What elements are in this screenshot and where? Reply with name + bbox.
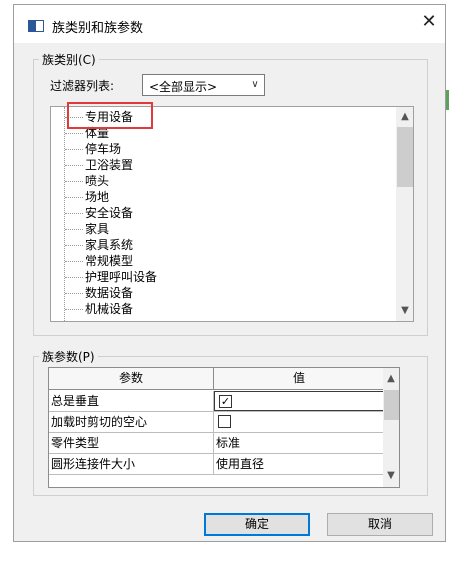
scrollbar-thumb[interactable] bbox=[397, 127, 413, 187]
tree-item[interactable]: 常规模型 bbox=[51, 254, 391, 269]
tree-item-label: 常规模型 bbox=[85, 254, 134, 268]
tree-item-label: 卫浴装置 bbox=[85, 158, 134, 172]
tree-connector bbox=[65, 245, 83, 246]
param-name: 总是垂直 bbox=[49, 391, 214, 411]
app-icon bbox=[28, 20, 44, 32]
tree-item-label: 场地 bbox=[85, 190, 110, 204]
title-bar: 族类别和族参数 ✕ bbox=[14, 5, 445, 43]
close-button[interactable]: ✕ bbox=[419, 11, 439, 33]
tree-item-label: 数据设备 bbox=[85, 286, 134, 300]
tree-connector bbox=[65, 165, 83, 166]
param-value[interactable]: 使用直径 bbox=[214, 454, 399, 474]
tree-item-label: 喷头 bbox=[85, 174, 110, 188]
chevron-down-icon[interactable]: ∨ bbox=[247, 77, 263, 93]
param-column-header[interactable]: 参数 bbox=[49, 368, 214, 390]
tree-item-label: 护理呼叫设备 bbox=[85, 270, 158, 284]
ok-button[interactable]: 确定 bbox=[204, 513, 310, 536]
tree-item-label: 安全设备 bbox=[85, 206, 134, 220]
category-group-label: 族类别(C) bbox=[39, 51, 99, 68]
value-column-header[interactable]: 值 bbox=[214, 368, 384, 390]
param-value[interactable]: ✓ bbox=[214, 391, 399, 411]
tree-connector bbox=[65, 261, 83, 262]
filter-dropdown-value: <全部显示> bbox=[149, 80, 218, 94]
tree-item-label: 家具系统 bbox=[85, 238, 134, 252]
tree-connector bbox=[65, 197, 83, 198]
tree-connector bbox=[65, 149, 83, 150]
tree-connector bbox=[65, 213, 83, 214]
tree-connector bbox=[65, 133, 83, 134]
scrollbar-thumb[interactable] bbox=[384, 390, 399, 420]
scroll-down-icon[interactable]: ▼ bbox=[397, 303, 413, 319]
category-scrollbar[interactable]: ▲ ▼ bbox=[396, 107, 413, 321]
param-value[interactable] bbox=[214, 412, 399, 432]
tree-connector bbox=[65, 309, 83, 310]
tree-item[interactable]: 卫浴装置 bbox=[51, 158, 391, 173]
filter-label: 过滤器列表: bbox=[50, 79, 115, 93]
highlight-box bbox=[67, 102, 153, 129]
scroll-down-icon[interactable]: ▼ bbox=[383, 468, 399, 484]
tree-item-label: 停车场 bbox=[85, 142, 122, 156]
tree-item-label: 机械设备 bbox=[85, 302, 134, 316]
value-checkbox[interactable] bbox=[218, 415, 231, 428]
tree-item[interactable]: 家具 bbox=[51, 222, 391, 237]
category-tree[interactable]: 专用设备 体量 停车场 卫浴装置 喷头 场地 安全设备 家具 家具系统 常规模型 护理呼叫设备 数据设… bbox=[50, 106, 414, 322]
tree-connector bbox=[65, 277, 83, 278]
param-row[interactable]: 圆形连接件大小 使用直径 bbox=[49, 454, 399, 475]
param-name: 零件类型 bbox=[49, 433, 214, 453]
param-value[interactable]: 标准 bbox=[214, 433, 399, 453]
family-category-dialog: 族类别和族参数 ✕ 族类别(C) 过滤器列表: <全部显示> ∨ 专用设备 体量停… bbox=[13, 4, 446, 542]
filter-dropdown[interactable]: <全部显示> ∨ bbox=[142, 74, 265, 96]
param-grid[interactable]: 参数 值 总是垂直 ✓ 加载时剪切的空心 零件类型 标准 圆形连接件大小 使用直径 ▲ ▼ bbox=[48, 367, 400, 488]
param-name: 圆形连接件大小 bbox=[49, 454, 214, 474]
param-row[interactable]: 零件类型 标准 bbox=[49, 433, 399, 454]
tree-connector bbox=[65, 293, 83, 294]
scroll-up-icon[interactable]: ▲ bbox=[397, 109, 413, 125]
param-group-label: 族参数(P) bbox=[39, 348, 98, 365]
tree-item[interactable]: 场地 bbox=[51, 190, 391, 205]
tree-item[interactable]: 安全设备 bbox=[51, 206, 391, 221]
cancel-button[interactable]: 取消 bbox=[327, 513, 433, 536]
param-row[interactable]: 加载时剪切的空心 bbox=[49, 412, 399, 433]
scroll-up-icon[interactable]: ▲ bbox=[383, 371, 399, 387]
tree-item[interactable]: 数据设备 bbox=[51, 286, 391, 301]
tree-item-label: 家具 bbox=[85, 222, 110, 236]
tree-item[interactable]: 家具系统 bbox=[51, 238, 391, 253]
param-row[interactable]: 总是垂直 ✓ bbox=[49, 391, 399, 412]
tree-connector bbox=[65, 181, 83, 182]
tree-item[interactable]: 喷头 bbox=[51, 174, 391, 189]
param-scrollbar[interactable]: ▲ ▼ bbox=[383, 368, 399, 487]
tree-item[interactable]: 停车场 bbox=[51, 142, 391, 157]
param-name: 加载时剪切的空心 bbox=[49, 412, 214, 432]
edge-marker bbox=[446, 90, 449, 110]
tree-item[interactable]: 机械设备 bbox=[51, 302, 391, 317]
value-checkbox[interactable]: ✓ bbox=[219, 395, 232, 408]
tree-item[interactable]: 护理呼叫设备 bbox=[51, 270, 391, 285]
tree-connector bbox=[65, 229, 83, 230]
dialog-title: 族类别和族参数 bbox=[52, 21, 144, 36]
